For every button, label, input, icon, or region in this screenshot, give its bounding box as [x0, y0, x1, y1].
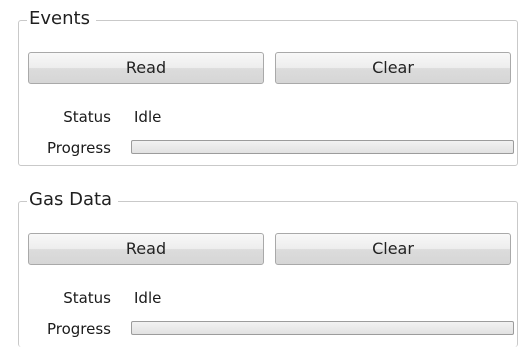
gas-data-read-button[interactable]: Read	[28, 233, 264, 265]
events-group-title: Events	[27, 6, 96, 32]
gas-data-progress-bar	[131, 321, 514, 335]
gas-data-groupbox: Gas Data Read Clear Status Idle Progress	[18, 187, 518, 347]
gas-data-status-value: Idle	[134, 289, 162, 307]
events-status-label: Status	[63, 108, 111, 126]
gas-data-status-label: Status	[63, 289, 111, 307]
events-groupbox: Events Read Clear Status Idle Progress	[18, 6, 518, 166]
events-progress-label: Progress	[46, 139, 111, 157]
gas-data-clear-button[interactable]: Clear	[275, 233, 511, 265]
gas-data-group-title: Gas Data	[27, 187, 119, 213]
gas-data-progress-label: Progress	[46, 320, 111, 338]
events-progress-bar	[131, 140, 514, 154]
events-clear-button[interactable]: Clear	[275, 52, 511, 84]
events-read-button[interactable]: Read	[28, 52, 264, 84]
events-status-value: Idle	[134, 108, 162, 126]
